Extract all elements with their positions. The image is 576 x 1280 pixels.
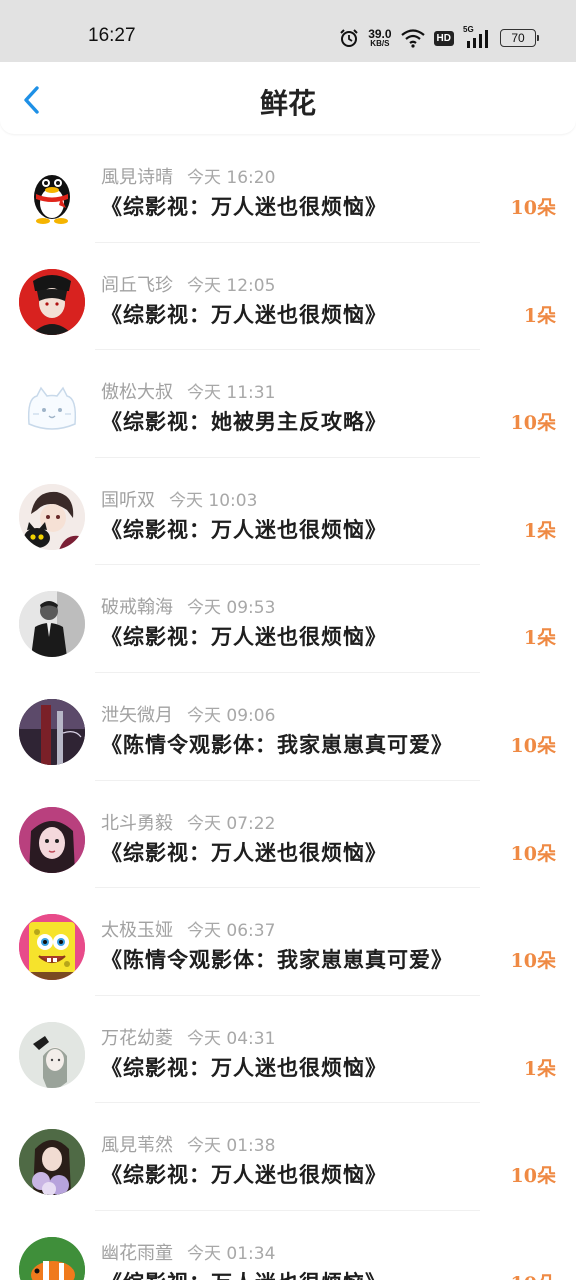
name-line: 国听双 今天 10:03 xyxy=(101,486,257,512)
flower-count: 1朵 xyxy=(523,519,556,542)
user-name[interactable]: 風見苇然 xyxy=(101,1135,173,1156)
gift-time: 今天 12:05 xyxy=(187,275,276,296)
anime-boy-red-avatar[interactable] xyxy=(19,268,85,335)
gift-time: 今天 16:20 xyxy=(187,168,276,188)
status-time: 16:27 xyxy=(88,25,136,46)
list-item[interactable]: 風見诗晴 今天 16:20 《综影视：万人迷也很烦恼》 10朵 xyxy=(0,135,576,243)
flower-count: 10朵 xyxy=(510,197,556,219)
user-name[interactable]: 幽花雨童 xyxy=(101,1243,173,1264)
name-line: 風見诗晴 今天 16:20 xyxy=(101,163,275,189)
book-title[interactable]: 《综影视：万人迷也很烦恼》 xyxy=(101,1159,387,1189)
cat-sketch-avatar[interactable] xyxy=(19,376,85,443)
list-item[interactable]: 闾丘飞珍 今天 12:05 《综影视：万人迷也很烦恼》 1朵 xyxy=(0,243,576,351)
battery-icon: 70 xyxy=(500,29,539,47)
flower-count: 1朵 xyxy=(523,304,556,327)
flower-count: 1朵 xyxy=(523,627,556,650)
flower-count: 10朵 xyxy=(510,412,556,435)
name-line: 闾丘飞珍 今天 12:05 xyxy=(101,271,275,297)
name-line: 太极玉娅 今天 06:37 xyxy=(101,916,275,942)
spongebob-avatar[interactable] xyxy=(19,914,85,981)
anime-bird-avatar[interactable] xyxy=(19,1021,85,1088)
book-title[interactable]: 《陈情令观影体：我家崽崽真可爱》 xyxy=(101,944,453,974)
list-item[interactable]: 傲松大叔 今天 11:31 《综影视：她被男主反攻略》 10朵 xyxy=(0,350,576,458)
name-line: 泄矢微月 今天 09:06 xyxy=(101,701,275,727)
flower-count: 10朵 xyxy=(510,734,556,757)
man-suit-bw-avatar[interactable] xyxy=(19,591,85,658)
top-nav-bar: 鲜花 xyxy=(0,62,576,134)
hd-icon: HD xyxy=(433,30,454,46)
book-title[interactable]: 《综影视：万人迷也很烦恼》 xyxy=(101,621,387,651)
wifi-icon xyxy=(400,28,425,48)
qq-penguin-avatar[interactable] xyxy=(19,161,85,227)
book-title[interactable]: 《综影视：万人迷也很烦恼》 xyxy=(101,837,387,867)
name-line: 北斗勇毅 今天 07:22 xyxy=(101,809,275,835)
list-item[interactable]: 国听双 今天 10:03 《综影视：万人迷也很烦恼》 1朵 xyxy=(0,458,576,566)
alarm-icon xyxy=(339,28,359,48)
list-item[interactable]: 泄矢微月 今天 09:06 《陈情令观影体：我家崽崽真可爱》 10朵 xyxy=(0,673,576,781)
net-speed-unit: KB/S xyxy=(370,39,390,48)
list-item[interactable]: 幽花雨童今天 01:34 《综影视：万人迷也很烦恼》 10朵 xyxy=(0,1211,576,1280)
user-name[interactable]: 北斗勇毅 xyxy=(101,813,173,834)
book-title[interactable]: 《综影视：万人迷也很烦恼》 xyxy=(101,191,387,221)
gift-time: 今天 01:38 xyxy=(187,1136,276,1157)
flower-count: 1朵 xyxy=(523,1057,556,1080)
gift-time: 今天 07:22 xyxy=(187,813,276,834)
gift-time: 今天 09:53 xyxy=(187,598,276,619)
list-item[interactable]: 北斗勇毅 今天 07:22 《综影视：万人迷也很烦恼》 10朵 xyxy=(0,781,576,889)
status-icons: 39.0 KB/S HD 5G 70 xyxy=(339,25,539,50)
anime-boy-cat-avatar[interactable] xyxy=(19,483,85,550)
battery-level: 70 xyxy=(511,31,525,45)
user-name[interactable]: 風見诗晴 xyxy=(101,167,173,188)
status-bar: 16:27 39.0 KB/S HD 5G 70 xyxy=(0,0,576,62)
list-item[interactable]: 破戒翰海 今天 09:53 《综影视：万人迷也很烦恼》 1朵 xyxy=(0,565,576,673)
name-line: 幽花雨童 今天 01:34 xyxy=(101,1239,275,1265)
user-name[interactable]: 太极玉娅 xyxy=(101,920,173,941)
user-name[interactable]: 闾丘飞珍 xyxy=(101,275,173,296)
user-name[interactable]: 万花幼菱 xyxy=(101,1028,173,1049)
flower-count: 10朵 xyxy=(510,1165,556,1188)
network-speed: 39.0 KB/S xyxy=(368,28,391,48)
flower-count: 10朵 xyxy=(510,842,556,865)
user-name[interactable]: 泄矢微月 xyxy=(101,705,173,726)
screen: 16:27 39.0 KB/S HD 5G 70 鲜花 風見诗晴 今天 16:2… xyxy=(0,0,576,1280)
gift-time: 今天 06:37 xyxy=(187,921,276,942)
gift-time: 今天 01:34 xyxy=(187,1243,276,1264)
name-line: 万花幼菱 今天 04:31 xyxy=(101,1024,275,1050)
book-title[interactable]: 《综影视：万人迷也很烦恼》 xyxy=(101,514,387,544)
name-line: 傲松大叔 今天 11:31 xyxy=(101,378,275,404)
gift-time: 今天 10:03 xyxy=(169,490,258,511)
flower-count: 10朵 xyxy=(510,950,556,973)
gift-time: 今天 11:31 xyxy=(187,383,276,404)
girl-flowers-avatar[interactable] xyxy=(19,1129,85,1196)
name-line: 破戒翰海 今天 09:53 xyxy=(101,593,275,619)
girl-pink-avatar[interactable] xyxy=(19,806,85,873)
name-line: 風見苇然 今天 01:38 xyxy=(101,1131,275,1157)
book-title[interactable]: 《综影视：她被男主反攻略》 xyxy=(101,406,387,436)
dark-photo-avatar[interactable] xyxy=(19,698,85,765)
flower-gift-list: 風見诗晴 今天 16:20 《综影视：万人迷也很烦恼》 10朵 闾丘飞珍 今天 12… xyxy=(0,135,576,1280)
book-title[interactable]: 《陈情令观影体：我家崽崽真可爱》 xyxy=(101,729,453,759)
gift-time: 今天 09:06 xyxy=(187,705,276,726)
user-name[interactable]: 傲松大叔 xyxy=(101,382,173,403)
user-name[interactable]: 国听双 xyxy=(101,490,155,511)
user-name[interactable]: 破戒翰海 xyxy=(101,597,173,618)
gift-time: 今天 04:31 xyxy=(187,1028,276,1049)
list-item[interactable]: 万花幼菱 今天 04:31 《综影视：万人迷也很烦恼》 1朵 xyxy=(0,996,576,1104)
page-title: 鲜花 xyxy=(259,87,316,120)
book-title[interactable]: 《综影视：万人迷也很烦恼》 xyxy=(101,1052,387,1082)
signal-icon: 5G xyxy=(463,25,491,49)
list-item[interactable]: 風見苇然 今天 01:38 《综影视：万人迷也很烦恼》 10朵 xyxy=(0,1103,576,1211)
flower-count: 10朵 xyxy=(511,1269,556,1280)
clownfish-avatar[interactable] xyxy=(19,1236,85,1280)
book-title[interactable]: 《综影视：万人迷也很烦恼》 xyxy=(101,299,387,329)
book-title[interactable]: 《综影视：万人迷也很烦恼》 xyxy=(101,1267,387,1280)
list-item[interactable]: 太极玉娅 今天 06:37 《陈情令观影体：我家崽崽真可爱》 10朵 xyxy=(0,888,576,996)
